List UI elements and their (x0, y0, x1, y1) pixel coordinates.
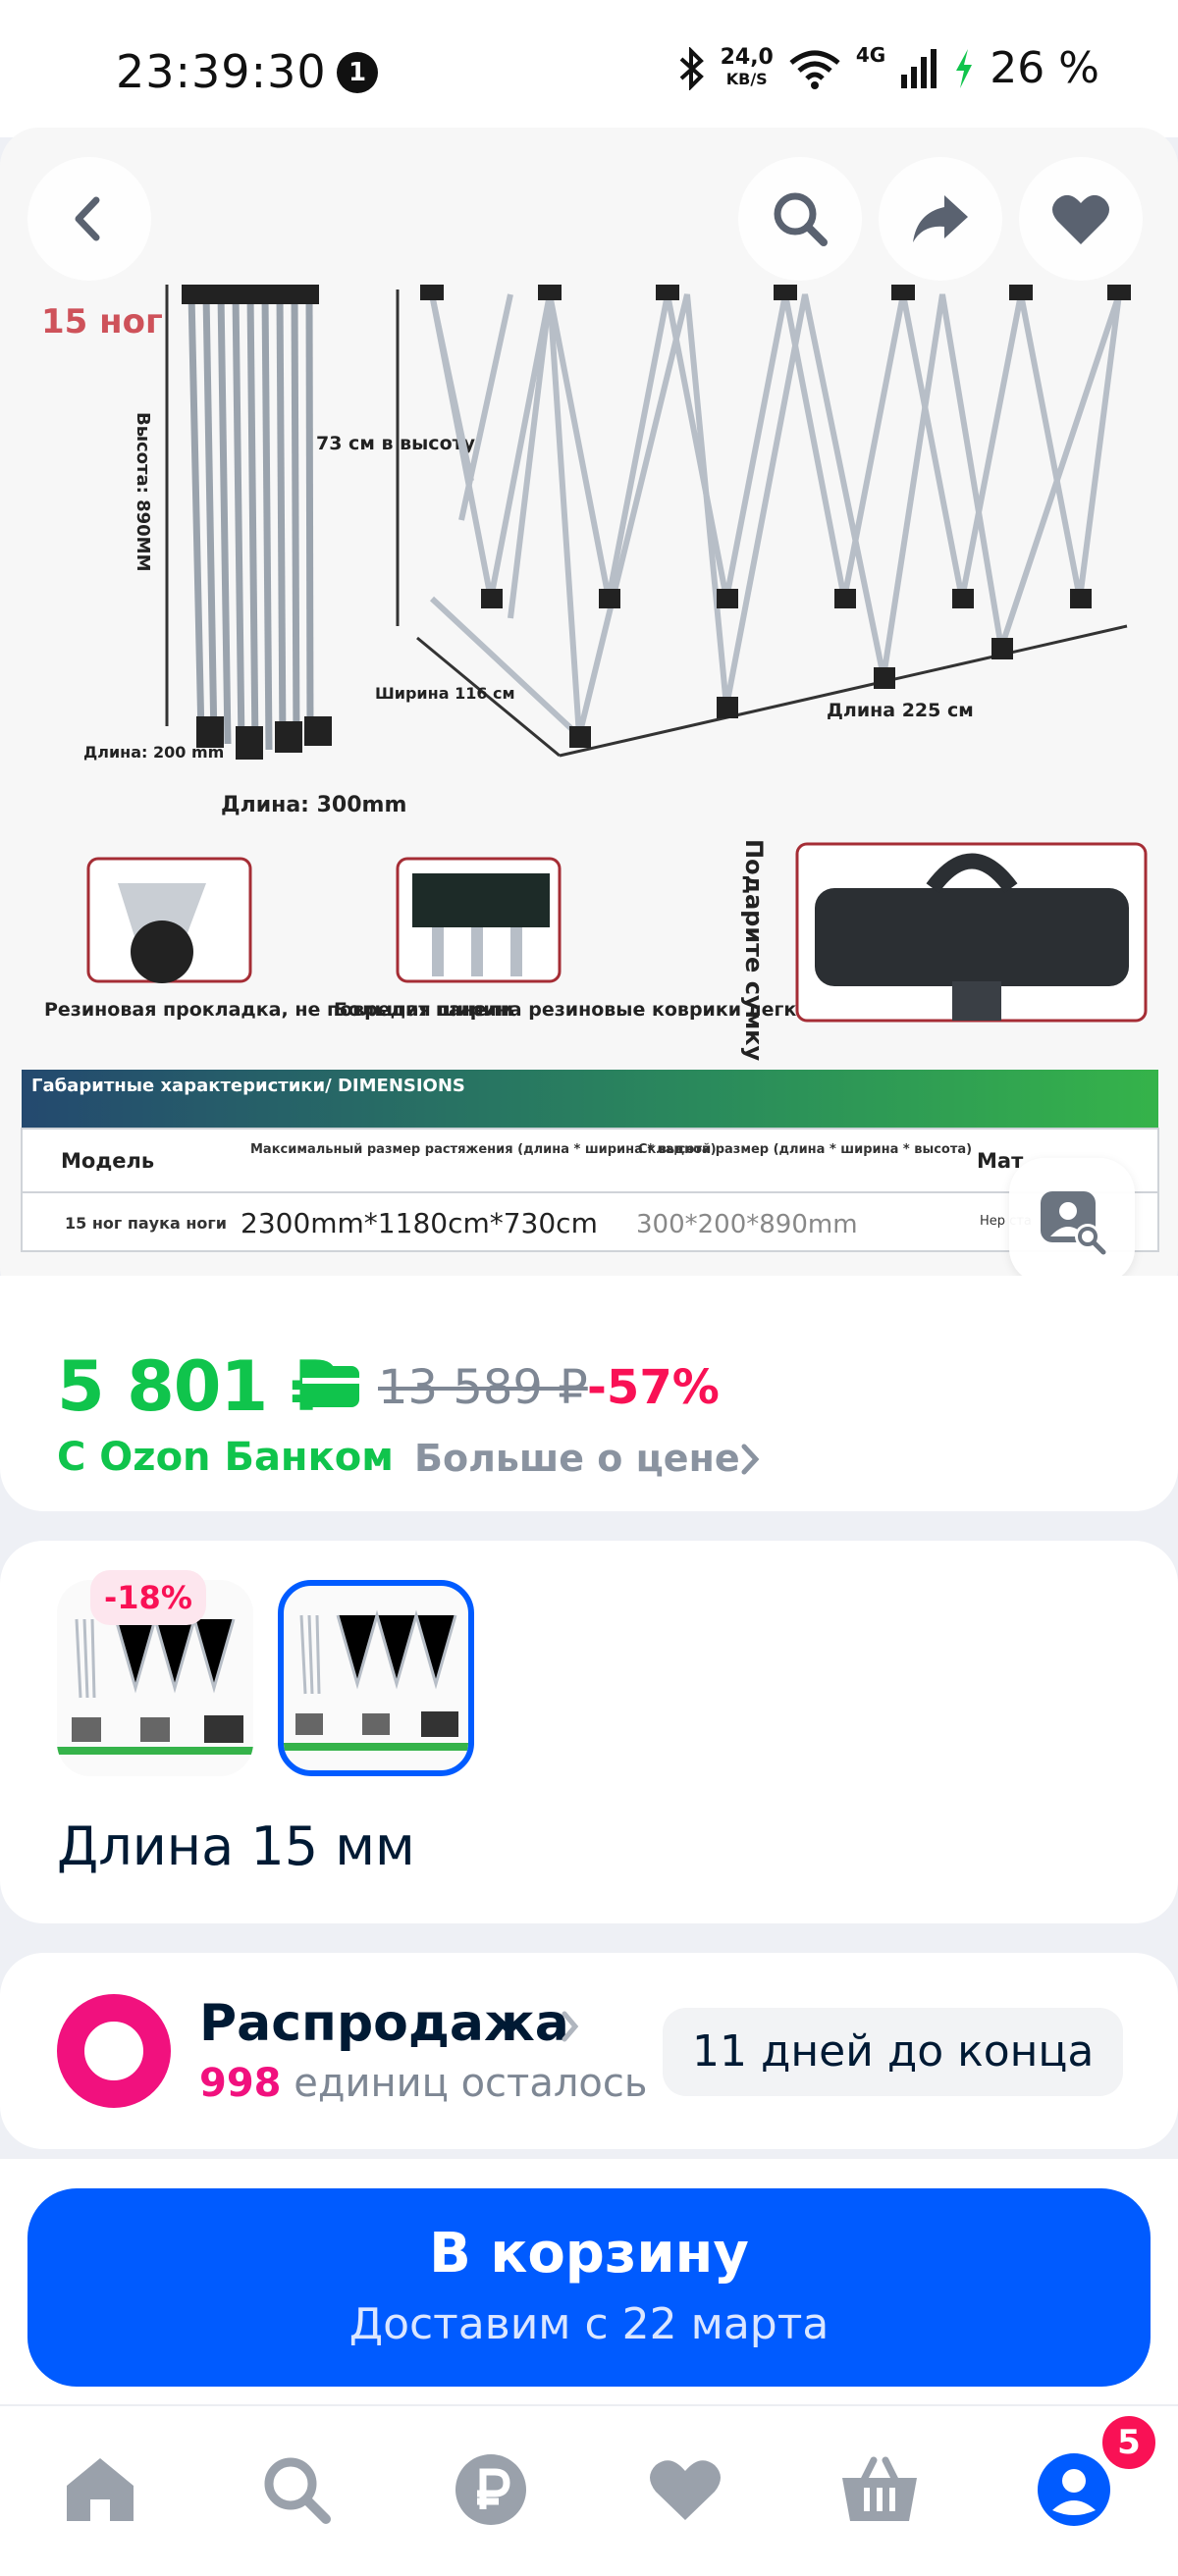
sale-title: Распродажа (199, 1994, 569, 2053)
chevron-right-icon (741, 1444, 760, 1475)
signal-icon (901, 48, 937, 88)
nav-search[interactable] (257, 2450, 336, 2529)
nav-favorites[interactable] (646, 2450, 724, 2529)
height-cm-label: 73 см в высоту (316, 433, 476, 454)
chevron-right-icon (562, 2011, 579, 2042)
table-header: Габаритные характеристики/ DIMENSIONS (31, 1076, 465, 1096)
sale-count-number: 998 (199, 2061, 282, 2106)
search-icon (774, 192, 828, 246)
notification-count-badge: 1 (337, 52, 378, 93)
share-button[interactable] (879, 157, 1002, 281)
bottom-navigation (0, 2404, 1178, 2576)
net-speed: 24,0 KB/S (720, 44, 774, 90)
search-button[interactable] (738, 157, 862, 281)
share-icon (913, 195, 968, 242)
variant-label: Длина 15 мм (57, 1815, 415, 1877)
discount-percent: -57% (587, 1360, 720, 1415)
more-about-price-link[interactable]: Больше о цене (414, 1437, 740, 1480)
basket-icon (842, 2456, 917, 2521)
image-search-icon (1041, 1191, 1106, 1255)
image-search-button[interactable] (1009, 1158, 1135, 1284)
status-bar: 23:39:30 1 24,0 KB/S 4G 26 % (0, 0, 1178, 137)
image-caption: 15 ног (41, 302, 163, 342)
charging-icon (956, 48, 973, 88)
gift-bag-label: Подарите сумку (740, 839, 768, 1061)
row-model: 15 ног паука ноги (65, 1214, 227, 1233)
current-price: 5 801 ₽ (57, 1346, 338, 1427)
profile-notification-badge: 5 (1098, 2411, 1160, 2474)
profile-icon (1038, 2453, 1110, 2526)
nav-home[interactable] (61, 2450, 139, 2529)
product-image: Высота: 890ММ 73 см в высоту Длина: 200 … (0, 128, 1178, 1305)
nav-cart[interactable] (840, 2450, 919, 2529)
home-icon (67, 2458, 134, 2521)
cart-area: В корзину Доставим с 22 марта (0, 2159, 1178, 2404)
length-225-label: Длина 225 см (827, 700, 974, 721)
status-time: 23:39:30 (116, 45, 327, 98)
variants-card: -18% Длина 15 мм (0, 1541, 1178, 1923)
nav-profile[interactable] (1035, 2450, 1113, 2529)
ozon-card-icon (302, 1366, 359, 1407)
length-200-label: Длина: 200 mm (83, 743, 224, 762)
back-button[interactable] (27, 157, 151, 281)
row-folded: 300*200*890mm (636, 1210, 858, 1239)
sale-count-suffix: единиц осталось (294, 2061, 648, 2106)
variant-option-2-selected[interactable] (278, 1580, 474, 1776)
col-model: Модель (61, 1149, 154, 1173)
col-folded: Складной размер (длина * ширина * высота… (638, 1142, 972, 1157)
row-max: 2300mm*1180cm*730cm (241, 1207, 598, 1239)
heart-icon (1052, 194, 1109, 244)
favorite-button[interactable] (1019, 157, 1143, 281)
sale-card[interactable]: Распродажа 998 единиц осталось 11 дней д… (0, 1953, 1178, 2149)
variant-2-thumbnail (284, 1609, 468, 1751)
net-speed-value: 24,0 (720, 44, 774, 70)
status-icons: 24,0 KB/S 4G 26 % (677, 43, 1099, 93)
search-icon (264, 2457, 331, 2524)
add-to-cart-button[interactable]: В корзину Доставим с 22 марта (27, 2188, 1151, 2387)
sale-logo-icon (57, 1994, 171, 2108)
battery-level: 26 % (990, 43, 1099, 93)
price-card[interactable]: 5 801 ₽ 13 589 ₽ -57% С Ozon Банком Боль… (0, 1276, 1178, 1511)
back-arrow-icon (75, 196, 100, 241)
height-label: Высота: 890ММ (133, 412, 153, 571)
product-image-gallery[interactable]: Высота: 890ММ 73 см в высоту Длина: 200 … (0, 128, 1178, 1305)
delivery-date-label: Доставим с 22 марта (348, 2299, 830, 2349)
old-price: 13 589 ₽ (378, 1360, 588, 1415)
add-to-cart-label: В корзину (429, 2222, 749, 2286)
variant-discount-badge: -18% (90, 1570, 206, 1625)
ozon-bank-label: С Ozon Банком (57, 1435, 394, 1480)
bluetooth-icon (679, 46, 704, 90)
heart-icon (650, 2460, 721, 2520)
sale-units-left: 998 единиц осталось (199, 2061, 647, 2106)
width-label: Ширина 116 см (375, 684, 515, 703)
net-speed-unit: KB/S (725, 69, 768, 88)
length-300-label: Длина: 300mm (221, 793, 406, 817)
nav-finance[interactable] (452, 2450, 530, 2529)
ruble-icon (455, 2454, 526, 2525)
sale-timer: 11 дней до конца (663, 2008, 1124, 2096)
network-type: 4G (855, 43, 886, 67)
wifi-icon (789, 50, 840, 89)
